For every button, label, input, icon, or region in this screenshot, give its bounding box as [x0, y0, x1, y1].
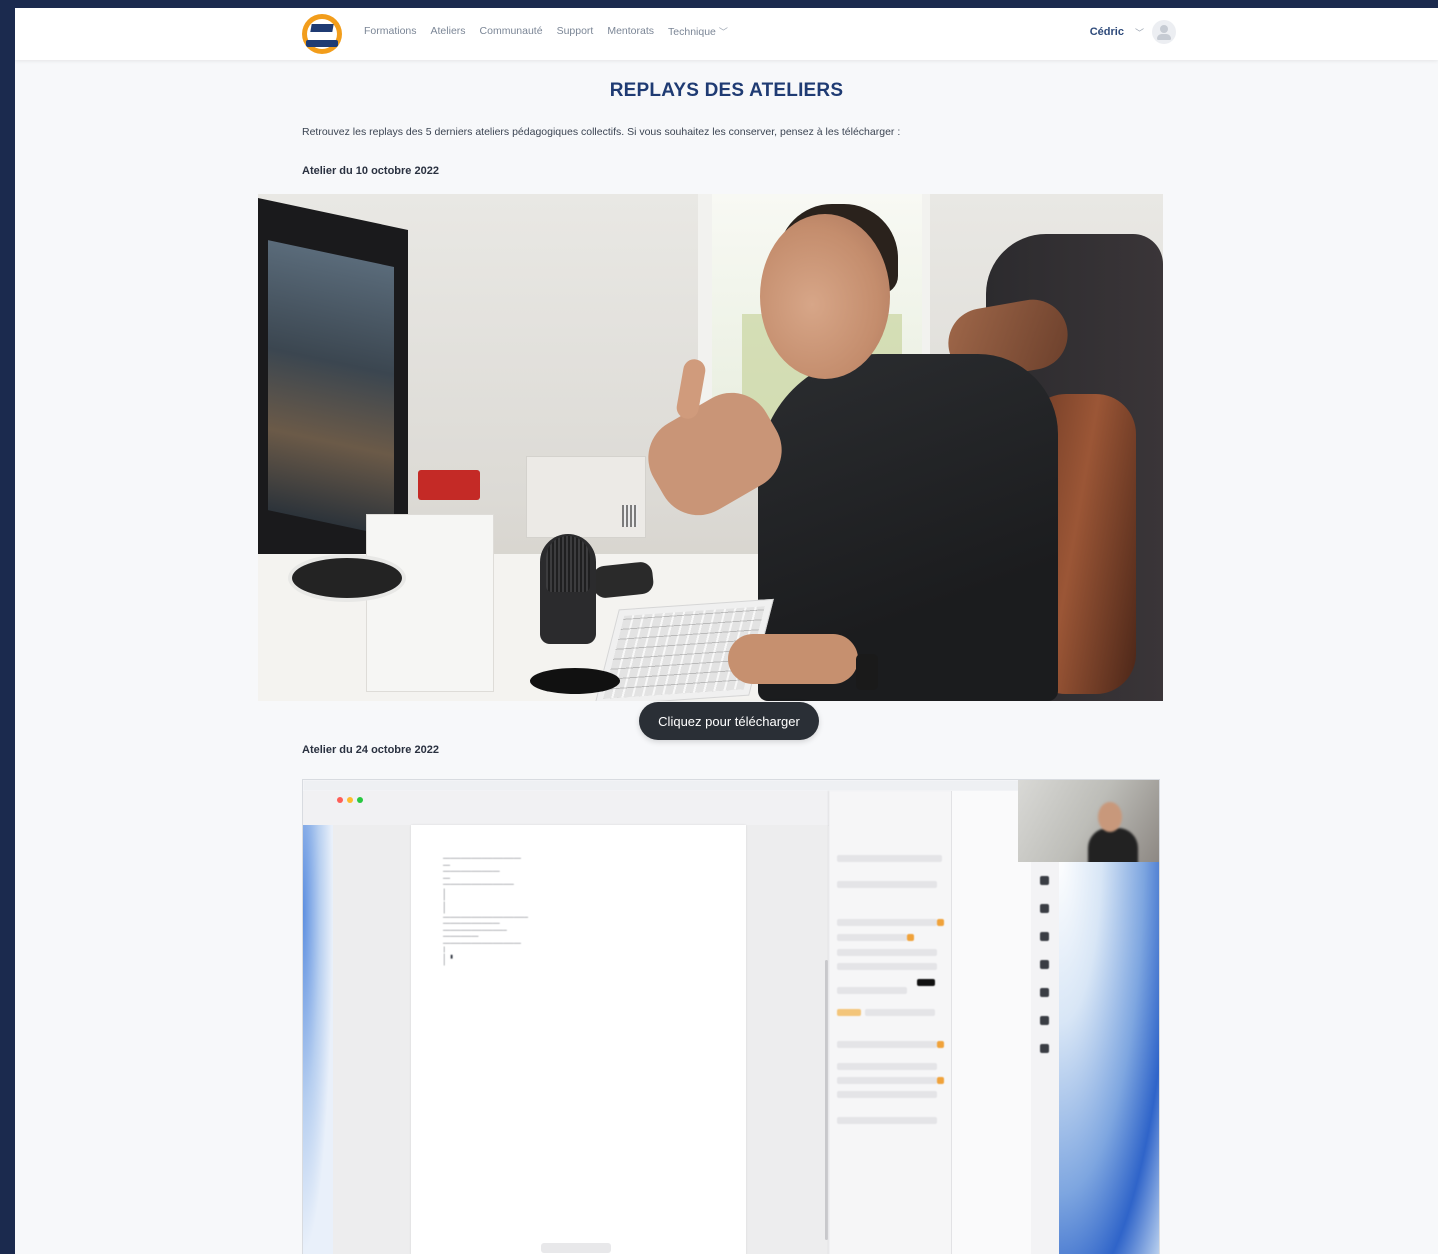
- nav-support[interactable]: Support: [557, 25, 594, 38]
- nav-mentorats[interactable]: Mentorats: [607, 25, 654, 38]
- main-nav: Formations Ateliers Communauté Support M…: [364, 25, 728, 38]
- atelier-replay-thumbnail[interactable]: ────────────────────── ── ──────────────…: [302, 779, 1160, 1254]
- webcam-overlay: [1018, 780, 1159, 862]
- nav-ateliers[interactable]: Ateliers: [431, 25, 466, 38]
- user-name: Cédric: [1089, 26, 1124, 38]
- avatar[interactable]: [1152, 20, 1176, 44]
- site-logo[interactable]: [302, 14, 342, 54]
- atelier-replay-thumbnail[interactable]: [258, 194, 1163, 701]
- nav-formations[interactable]: Formations: [364, 25, 417, 38]
- top-navbar: Formations Ateliers Communauté Support M…: [15, 8, 1438, 60]
- intro-text: Retrouvez les replays des 5 derniers ate…: [302, 126, 901, 138]
- chevron-down-icon: ﹀: [718, 27, 728, 37]
- page-title: REPLAYS DES ATELIERS: [609, 80, 844, 101]
- chevron-down-icon: ﹀: [1134, 27, 1144, 38]
- nav-communaute[interactable]: Communauté: [480, 25, 543, 38]
- atelier-heading: Atelier du 24 octobre 2022: [302, 744, 439, 756]
- user-menu[interactable]: Cédric ﹀: [1090, 20, 1176, 44]
- nav-technique-label: Technique: [668, 26, 716, 38]
- page: Formations Ateliers Communauté Support M…: [15, 8, 1438, 1254]
- nav-technique-dropdown[interactable]: Technique ﹀: [668, 25, 728, 38]
- atelier-heading: Atelier du 10 octobre 2022: [302, 165, 439, 177]
- download-button[interactable]: Cliquez pour télécharger: [639, 702, 819, 740]
